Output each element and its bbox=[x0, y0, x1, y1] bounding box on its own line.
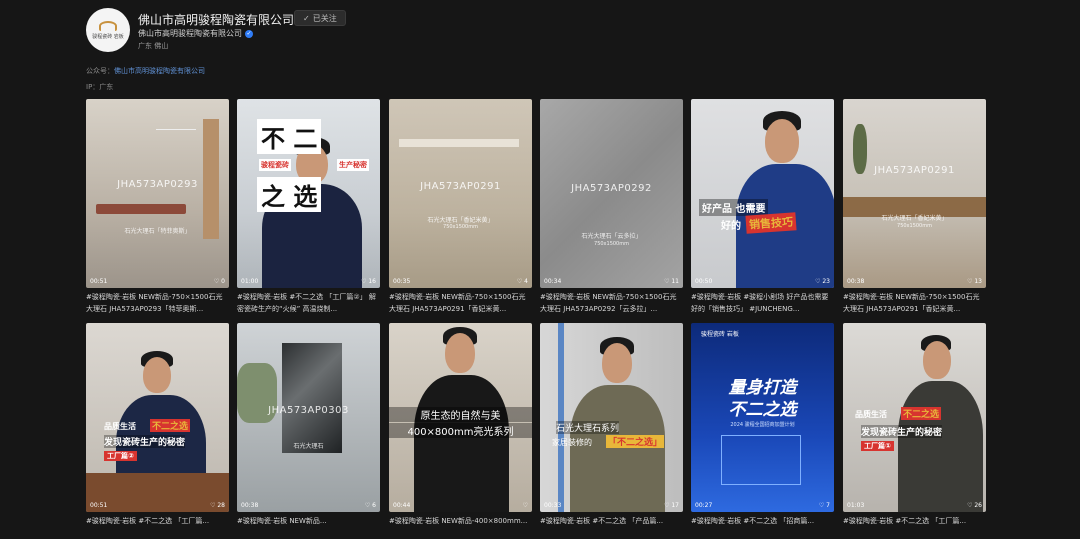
video-card[interactable]: JHA573AP0292 石光大理石「云多拉」 750x1500mm 00:34… bbox=[540, 99, 683, 315]
video-card[interactable]: JHA573AP0291 石光大理石「香妃米黄」 750x1500mm 00:3… bbox=[843, 99, 986, 315]
video-caption[interactable]: #骏程陶瓷·岩板 NEW新品... bbox=[237, 515, 380, 539]
video-thumbnail[interactable]: 品质生活 不二之选 发现瓷砖生产的秘密 工厂篇② 00:51 ♡ 28 bbox=[86, 323, 229, 512]
building-outline bbox=[721, 435, 801, 485]
ip-info: IP：广东 bbox=[86, 83, 114, 91]
verified-icon: ✓ bbox=[245, 29, 253, 38]
video-thumbnail[interactable]: JHA573AP0291 石光大理石「香妃米黄」 750x1500mm 00:3… bbox=[389, 99, 532, 288]
video-thumbnail[interactable]: 好产品 也需要 好的 销售技巧 00:50 ♡ 23 bbox=[691, 99, 834, 288]
video-thumbnail[interactable]: 不 二 之 选 骏程瓷砖 生产秘密 01:00 ♡ 16 bbox=[237, 99, 380, 288]
video-caption[interactable]: #骏程陶瓷·岩板 NEW新品-750×1500石光大理石 JHA573AP029… bbox=[540, 291, 683, 315]
video-card[interactable]: JHA573AP0291 石光大理石「香妃米黄」 750x1500mm 00:3… bbox=[389, 99, 532, 315]
table bbox=[96, 204, 186, 214]
video-caption[interactable]: #骏程陶瓷·岩板 NEW新品-750×1500石光大理石 JHA573AP029… bbox=[389, 291, 532, 315]
video-card[interactable]: 石光大理石系列 家居装修的 「不二之选」 00:33 ♡ 17 #骏程陶瓷·岩板… bbox=[540, 323, 683, 539]
video-card[interactable]: JHA573AP0293 石光大理石「特菲奥斯」 00:51 ♡ 0 #骏程陶瓷… bbox=[86, 99, 229, 315]
video-caption[interactable]: #骏程陶瓷·岩板 NEW新品-750×1500石光大理石 JHA573AP029… bbox=[843, 291, 986, 315]
video-card[interactable]: 品质生活 不二之选 发现瓷砖生产的秘密 工厂篇② 00:51 ♡ 28 #骏程陶… bbox=[86, 323, 229, 539]
video-caption[interactable]: #骏程陶瓷·岩板 #不二之选 「产品篇... bbox=[540, 515, 683, 539]
chandelier bbox=[156, 129, 196, 160]
video-thumbnail[interactable]: JHA573AP0291 石光大理石「香妃米黄」 750x1500mm 00:3… bbox=[843, 99, 986, 288]
profile-header: 骏程瓷砖 岩板 佛山市高明骏程陶瓷有限公司 ✓ 已关注 佛山市高明骏程陶瓷有限公… bbox=[86, 8, 986, 54]
video-caption[interactable]: #骏程陶瓷·岩板 #不二之选 「工厂篇... bbox=[843, 515, 986, 539]
page-title: 佛山市高明骏程陶瓷有限公司 bbox=[138, 13, 295, 27]
follow-button[interactable]: ✓ 已关注 bbox=[294, 10, 346, 26]
video-thumbnail[interactable]: 品质生活 不二之选 发现瓷砖生产的秘密 工厂篇① 01:03 ♡ 26 bbox=[843, 323, 986, 512]
video-card[interactable]: JHA573AP0303 石光大理石 00:38 ♡ 6 #骏程陶瓷·岩板 NE… bbox=[237, 323, 380, 539]
video-thumbnail[interactable]: 骏程瓷砖 岩板 量身打造 不二之选 2024 骏程全国招商加盟计划 00:27 … bbox=[691, 323, 834, 512]
video-caption[interactable]: #骏程陶瓷·岩板 NEW新品-750×1500石光大理石 JHA573AP029… bbox=[86, 291, 229, 315]
video-thumbnail[interactable]: JHA573AP0293 石光大理石「特菲奥斯」 00:51 ♡ 0 bbox=[86, 99, 229, 288]
video-card[interactable]: 骏程瓷砖 岩板 量身打造 不二之选 2024 骏程全国招商加盟计划 00:27 … bbox=[691, 323, 834, 539]
video-caption[interactable]: #骏程陶瓷·岩板 #不二之选 「工厂篇②」 解密瓷砖生产的“火候” 高温烧制..… bbox=[237, 291, 380, 315]
video-thumbnail[interactable]: 石光大理石系列 家居装修的 「不二之选」 00:33 ♡ 17 bbox=[540, 323, 683, 512]
location: 广东 佛山 bbox=[138, 42, 169, 50]
video-card[interactable]: 不 二 之 选 骏程瓷砖 生产秘密 01:00 ♡ 16 #骏程陶瓷·岩板 #不… bbox=[237, 99, 380, 315]
video-caption[interactable]: #骏程陶瓷·岩板 #不二之选 「工厂篇... bbox=[86, 515, 229, 539]
account-info: 公众号：佛山市高明骏程陶瓷有限公司 bbox=[86, 67, 205, 75]
marble-slab bbox=[282, 343, 342, 453]
video-thumbnail[interactable]: JHA573AP0303 石光大理石 00:38 ♡ 6 bbox=[237, 323, 380, 512]
video-card[interactable]: 品质生活 不二之选 发现瓷砖生产的秘密 工厂篇① 01:03 ♡ 26 #骏程陶… bbox=[843, 323, 986, 539]
video-caption[interactable]: #骏程陶瓷·岩板 #骏程小剧场 好产品也需要好的「销售技巧」 #JUNCHENG… bbox=[691, 291, 834, 315]
account-link[interactable]: 佛山市高明骏程陶瓷有限公司 bbox=[114, 67, 205, 75]
video-card[interactable]: 好产品 也需要 好的 销售技巧 00:50 ♡ 23 #骏程陶瓷·岩板 #骏程小… bbox=[691, 99, 834, 315]
video-thumbnail[interactable]: 原生态的自然与美 400×800mm亮光系列 00:44 ♡ bbox=[389, 323, 532, 512]
video-card[interactable]: 原生态的自然与美 400×800mm亮光系列 00:44 ♡ #骏程陶瓷·岩板 … bbox=[389, 323, 532, 539]
video-thumbnail[interactable]: JHA573AP0292 石光大理石「云多拉」 750x1500mm 00:34… bbox=[540, 99, 683, 288]
avatar[interactable]: 骏程瓷砖 岩板 bbox=[86, 8, 130, 52]
video-caption[interactable]: #骏程陶瓷·岩板 NEW新品-400×800mm... bbox=[389, 515, 532, 539]
subtitle: 佛山市高明骏程陶瓷有限公司 ✓ bbox=[138, 29, 253, 38]
check-icon: ✓ bbox=[303, 13, 310, 23]
logo-icon bbox=[99, 20, 117, 31]
video-caption[interactable]: #骏程陶瓷·岩板 #不二之选 「招商篇... bbox=[691, 515, 834, 539]
